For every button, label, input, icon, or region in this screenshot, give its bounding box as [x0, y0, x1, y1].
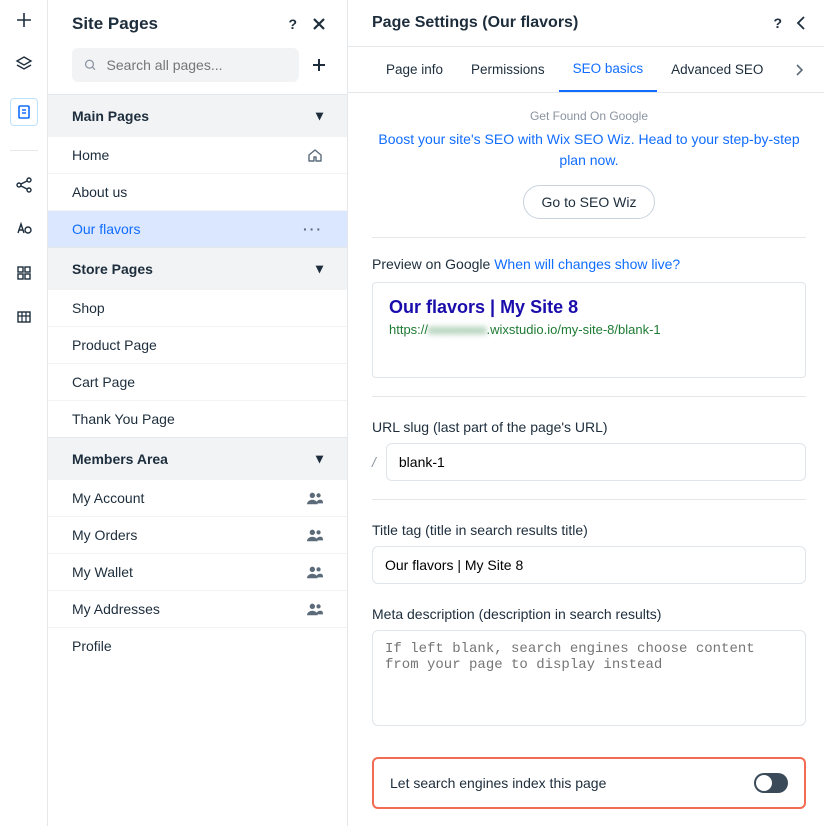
help-icon[interactable]: ?	[288, 16, 297, 32]
page-item-label: My Orders	[72, 527, 137, 543]
page-item-cart[interactable]: Cart Page	[48, 363, 347, 400]
site-pages-panel: Site Pages ? Main Pages ▾ Home	[48, 0, 348, 826]
tab-seo-basics[interactable]: SEO basics	[559, 47, 658, 92]
page-item-thankyou[interactable]: Thank You Page	[48, 400, 347, 437]
members-icon	[307, 602, 323, 616]
page-item-my-wallet[interactable]: My Wallet	[48, 553, 347, 590]
add-page-icon[interactable]	[311, 57, 327, 73]
chevron-down-icon: ▾	[316, 260, 323, 277]
page-item-home[interactable]: Home	[48, 136, 347, 173]
meta-desc-input[interactable]	[372, 630, 806, 726]
section-label: Store Pages	[72, 261, 153, 277]
seo-preview-title: Our flavors | My Site 8	[389, 297, 789, 318]
page-item-label: My Addresses	[72, 601, 160, 617]
section-header-store[interactable]: Store Pages ▾	[48, 247, 347, 289]
index-toggle[interactable]	[754, 773, 788, 793]
tabs-scroll-right-icon[interactable]	[788, 64, 812, 76]
seo-preview-url: https://xxxxxxxxx.wixstudio.io/my-site-8…	[389, 322, 789, 337]
search-field[interactable]	[105, 56, 287, 74]
panel-title: Site Pages	[72, 14, 158, 34]
promo-text: Boost your site's SEO with Wix SEO Wiz. …	[372, 129, 806, 171]
home-icon	[307, 147, 323, 163]
go-to-seo-wiz-button[interactable]: Go to SEO Wiz	[523, 185, 656, 219]
page-item-label: Shop	[72, 300, 105, 316]
tab-permissions[interactable]: Permissions	[457, 48, 559, 91]
search-input[interactable]	[72, 48, 299, 82]
page-item-label: Cart Page	[72, 374, 135, 390]
plus-icon[interactable]	[14, 10, 34, 30]
table-icon[interactable]	[14, 307, 34, 327]
page-item-about[interactable]: About us	[48, 173, 347, 210]
url-slug-label: URL slug (last part of the page's URL)	[372, 419, 806, 435]
section-label: Members Area	[72, 451, 168, 467]
page-item-label: My Account	[72, 490, 144, 506]
tab-page-info[interactable]: Page info	[372, 48, 457, 91]
pages-icon[interactable]	[10, 98, 38, 126]
close-icon[interactable]	[311, 16, 327, 32]
page-item-my-addresses[interactable]: My Addresses	[48, 590, 347, 627]
section-header-members[interactable]: Members Area ▾	[48, 437, 347, 479]
page-item-profile[interactable]: Profile	[48, 627, 347, 664]
section-label: Main Pages	[72, 108, 149, 124]
title-tag-input[interactable]	[372, 546, 806, 584]
title-tag-label: Title tag (title in search results title…	[372, 522, 806, 538]
left-rail	[0, 0, 48, 826]
typography-icon[interactable]	[14, 219, 34, 239]
seo-preview-card: Our flavors | My Site 8 https://xxxxxxxx…	[372, 282, 806, 378]
chevron-down-icon: ▾	[316, 450, 323, 467]
page-item-label: About us	[72, 184, 127, 200]
layers-icon[interactable]	[14, 54, 34, 74]
apps-icon[interactable]	[14, 263, 34, 283]
more-icon[interactable]: ···	[303, 221, 323, 237]
page-item-label: Product Page	[72, 337, 157, 353]
page-item-my-orders[interactable]: My Orders	[48, 516, 347, 553]
members-icon	[307, 491, 323, 505]
preview-label: Preview on Google	[372, 256, 494, 272]
page-item-label: Thank You Page	[72, 411, 175, 427]
page-item-product[interactable]: Product Page	[48, 326, 347, 363]
meta-desc-label: Meta description (description in search …	[372, 606, 806, 622]
chevron-down-icon: ▾	[316, 107, 323, 124]
preview-link[interactable]: When will changes show live?	[494, 256, 680, 272]
members-icon	[307, 528, 323, 542]
slash-icon: /	[372, 454, 376, 470]
page-item-shop[interactable]: Shop	[48, 289, 347, 326]
tab-advanced-seo[interactable]: Advanced SEO	[657, 48, 777, 91]
page-item-label: Home	[72, 147, 109, 163]
tabs: Page info Permissions SEO basics Advance…	[348, 46, 824, 93]
promo-heading: Get Found On Google	[372, 109, 806, 123]
page-item-my-account[interactable]: My Account	[48, 479, 347, 516]
share-icon[interactable]	[14, 175, 34, 195]
page-item-our-flavors[interactable]: Our flavors ···	[48, 210, 347, 247]
index-toggle-row: Let search engines index this page	[372, 757, 806, 809]
page-item-label: My Wallet	[72, 564, 133, 580]
page-item-label: Profile	[72, 638, 112, 654]
url-slug-input[interactable]	[386, 443, 806, 481]
page-item-label: Our flavors	[72, 221, 140, 237]
help-icon[interactable]: ?	[773, 15, 782, 31]
section-header-main[interactable]: Main Pages ▾	[48, 94, 347, 136]
page-settings-panel: Page Settings (Our flavors) ? Page info …	[348, 0, 824, 826]
chevron-left-icon[interactable]	[796, 16, 806, 30]
index-toggle-label: Let search engines index this page	[390, 775, 606, 791]
members-icon	[307, 565, 323, 579]
settings-title: Page Settings (Our flavors)	[372, 14, 578, 32]
